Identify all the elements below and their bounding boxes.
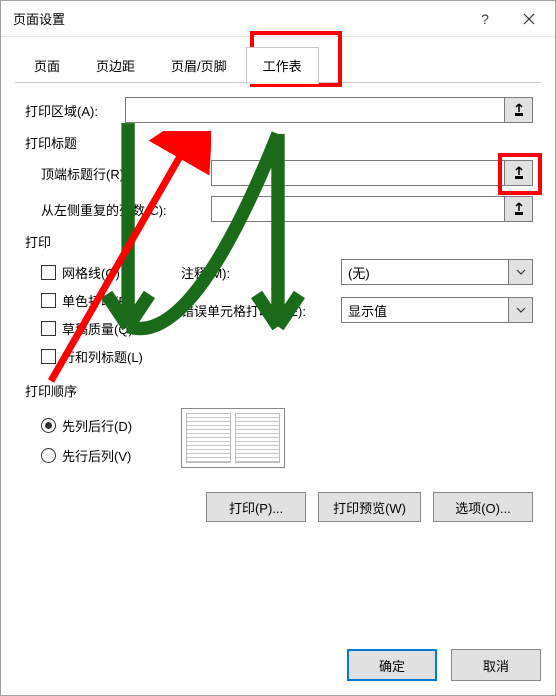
comments-select[interactable]: (无) — [341, 259, 533, 285]
print-order-preview — [181, 408, 285, 468]
comments-label: 注释(M): — [181, 263, 341, 282]
chevron-down-icon — [508, 298, 532, 322]
chevron-down-icon — [508, 260, 532, 284]
top-rows-input[interactable] — [211, 160, 505, 186]
tab-header-footer[interactable]: 页眉/页脚 — [154, 47, 244, 83]
comments-value: (无) — [348, 263, 370, 282]
down-then-over-label: 先列后行(D) — [62, 416, 132, 435]
print-area-label: 打印区域(A): — [25, 101, 125, 120]
over-then-down-radio[interactable] — [41, 448, 56, 463]
range-selector-icon — [513, 166, 525, 180]
dialog-footer: 确定 取消 — [347, 649, 541, 681]
top-rows-selector-button[interactable] — [505, 160, 533, 186]
tab-sheet[interactable]: 工作表 — [246, 47, 319, 84]
tab-margins[interactable]: 页边距 — [79, 47, 152, 83]
window-title: 页面设置 — [13, 9, 463, 28]
left-cols-input[interactable] — [211, 196, 505, 222]
left-cols-selector-button[interactable] — [505, 196, 533, 222]
print-area-selector-button[interactable] — [505, 97, 533, 123]
gridlines-label: 网格线(G) — [62, 263, 120, 282]
print-preview-button[interactable]: 打印预览(W) — [318, 492, 421, 522]
ok-button[interactable]: 确定 — [347, 649, 437, 681]
blackwhite-checkbox[interactable] — [41, 293, 56, 308]
range-selector-icon — [513, 103, 525, 117]
over-then-down-label: 先行后列(V) — [62, 446, 131, 465]
cancel-button[interactable]: 取消 — [451, 649, 541, 681]
top-rows-label: 顶端标题行(R): — [41, 164, 211, 183]
draft-label: 草稿质量(Q) — [62, 319, 133, 338]
close-button[interactable] — [507, 4, 551, 34]
print-area-input[interactable] — [125, 97, 505, 123]
titlebar: 页面设置 ? — [1, 1, 555, 37]
down-then-over-radio[interactable] — [41, 418, 56, 433]
blackwhite-label: 单色打印(B) — [62, 291, 131, 310]
errors-select[interactable]: 显示值 — [341, 297, 533, 323]
help-button[interactable]: ? — [463, 4, 507, 34]
print-section-label: 打印 — [25, 232, 533, 251]
left-cols-label: 从左侧重复的列数(C): — [41, 200, 211, 219]
page-setup-dialog: 页面设置 ? 页面 页边距 页眉/页脚 工作表 打印区域(A): — [0, 0, 556, 696]
print-button[interactable]: 打印(P)... — [206, 492, 306, 522]
rowcol-headings-checkbox[interactable] — [41, 349, 56, 364]
errors-value: 显示值 — [348, 301, 387, 320]
tab-row: 页面 页边距 页眉/页脚 工作表 — [1, 43, 555, 83]
dialog-content: 打印区域(A): 打印标题 顶端标题行(R): — [15, 85, 541, 631]
errors-label: 错误单元格打印为(E): — [181, 301, 341, 320]
tab-page[interactable]: 页面 — [17, 47, 77, 83]
range-selector-icon — [513, 202, 525, 216]
draft-checkbox[interactable] — [41, 321, 56, 336]
print-titles-section-label: 打印标题 — [25, 133, 533, 152]
gridlines-checkbox[interactable] — [41, 265, 56, 280]
rowcol-headings-label: 行和列标题(L) — [62, 347, 143, 366]
order-section-label: 打印顺序 — [25, 381, 533, 400]
options-button[interactable]: 选项(O)... — [433, 492, 533, 522]
close-icon — [523, 13, 535, 25]
